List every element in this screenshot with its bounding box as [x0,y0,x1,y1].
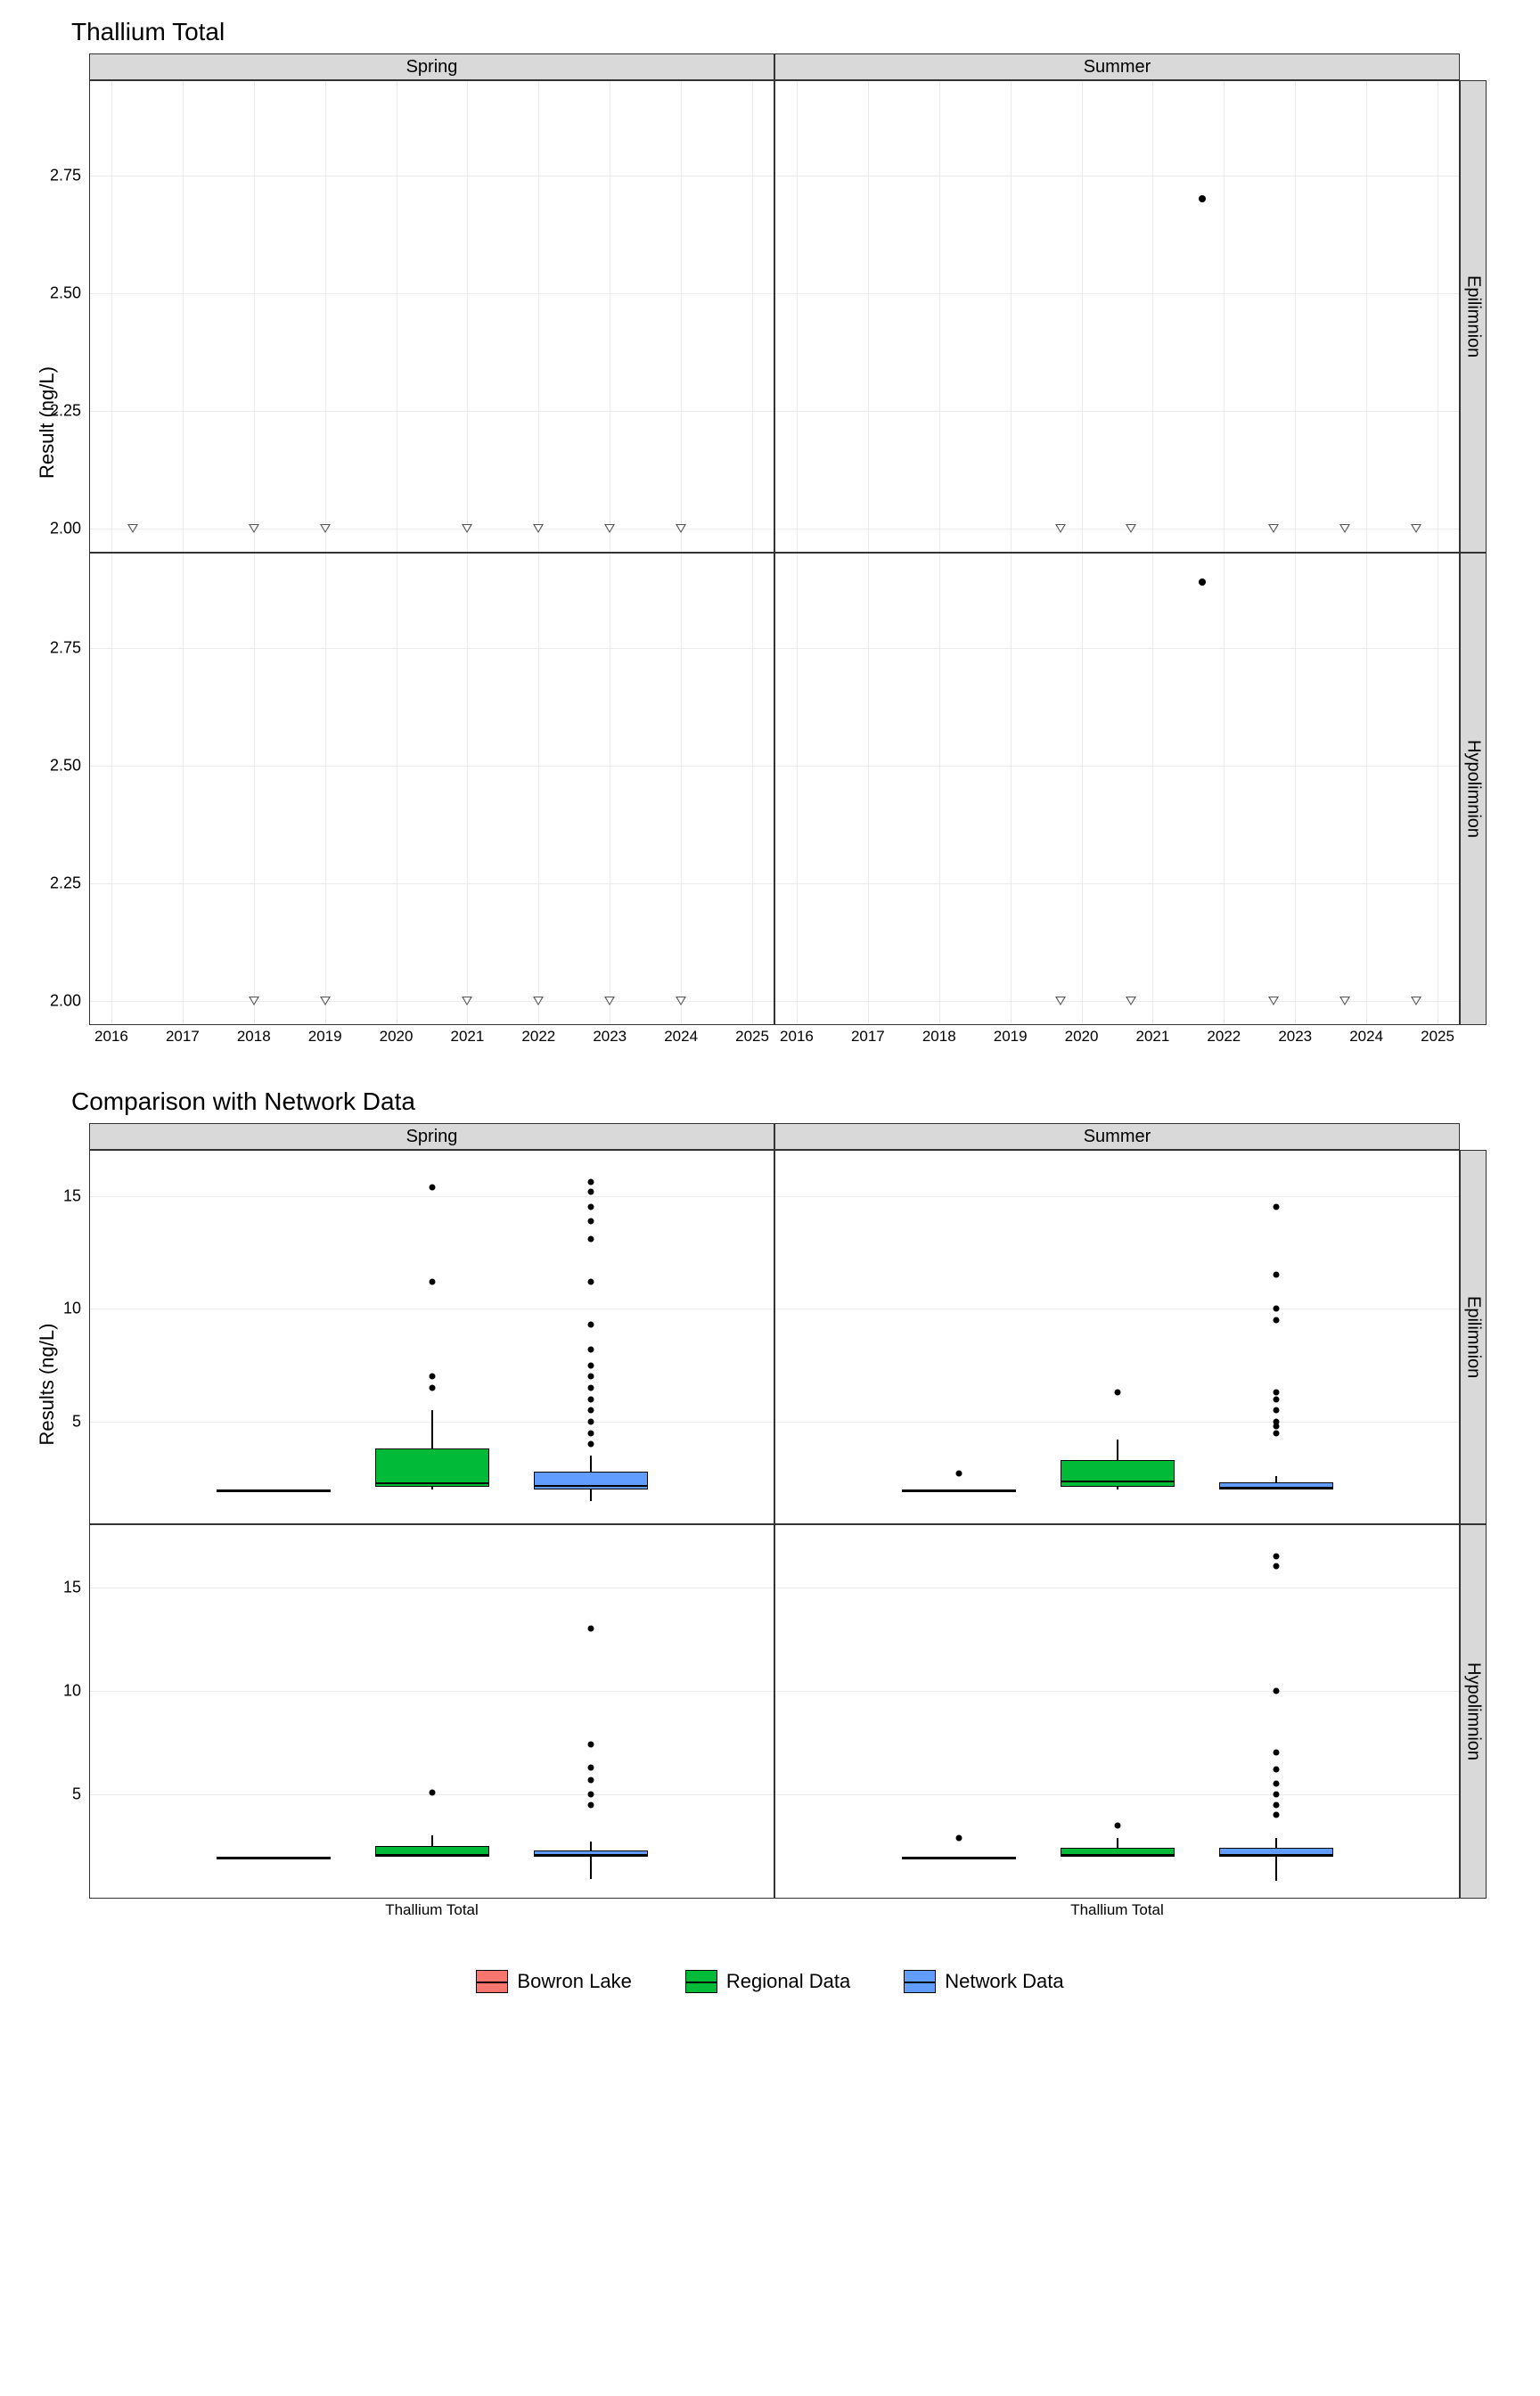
chart-title: Thallium Total [71,18,1522,46]
panel-b-spring-epi: 51015 [89,1150,774,1524]
panel-b-summer-epi [774,1150,1460,1524]
row-strip-hypo-2: Hypolimnion [1460,1524,1487,1899]
facet-grid-bottom: Spring Summer 51015 Epilimnion 51015Thal… [89,1123,1487,1925]
panel-spring-epi: 2.752.502.252.00 [89,80,774,553]
row-strip-epi-2: Epilimnion [1460,1150,1487,1524]
legend: Bowron Lake Regional Data Network Data [18,1970,1522,1993]
col-strip-summer-2: Summer [774,1123,1460,1150]
legend-key-icon [904,1970,936,1993]
panel-spring-hypo: 2.752.502.252.00201620172018201920202021… [89,553,774,1025]
thallium-total-chart: Result (ng/L) Thallium Total Spring Summ… [18,18,1522,1052]
legend-key-icon [476,1970,508,1993]
legend-item-regional: Regional Data [685,1970,850,1993]
col-strip-spring: Spring [89,53,774,80]
panel-b-summer-hypo: Thallium Total [774,1524,1460,1899]
chart-title-2: Comparison with Network Data [71,1087,1522,1116]
y-axis-label-2: Results (ng/L) [36,1324,59,1446]
col-strip-spring-2: Spring [89,1123,774,1150]
panel-b-spring-hypo: 51015Thallium Total [89,1524,774,1899]
legend-label: Bowron Lake [517,1970,631,1993]
legend-label: Network Data [945,1970,1063,1993]
panel-summer-hypo: 2016201720182019202020212022202320242025 [774,553,1460,1025]
row-strip-epi: Epilimnion [1460,80,1487,553]
y-axis-label: Result (ng/L) [36,366,59,479]
legend-key-icon [685,1970,717,1993]
row-strip-hypo: Hypolimnion [1460,553,1487,1025]
panel-summer-epi [774,80,1460,553]
comparison-chart: Results (ng/L) Comparison with Network D… [18,1087,1522,1925]
col-strip-summer: Summer [774,53,1460,80]
legend-label: Regional Data [726,1970,850,1993]
legend-item-network: Network Data [904,1970,1063,1993]
legend-item-bowron: Bowron Lake [476,1970,631,1993]
facet-grid-top: Spring Summer 2.752.502.252.00 Epilimnio… [89,53,1487,1052]
